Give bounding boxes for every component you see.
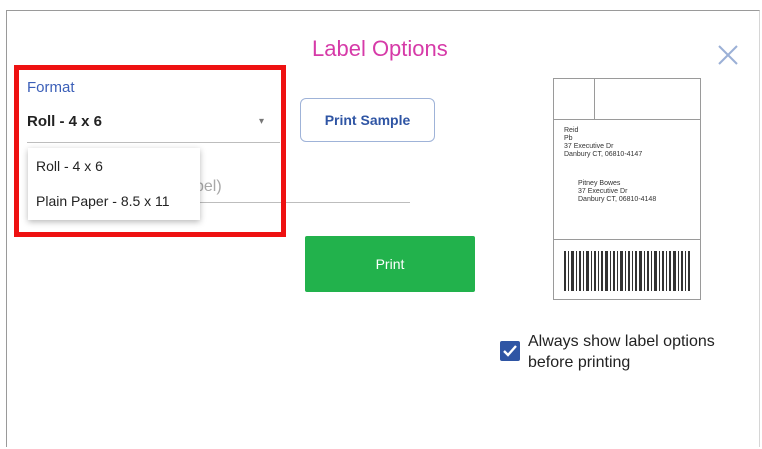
dialog-title: Label Options	[312, 36, 448, 61]
label-preview-header	[554, 79, 700, 120]
label-preview-divider	[594, 79, 595, 119]
label-preview: Reid Pb 37 Executive Dr Danbury CT, 0681…	[553, 78, 701, 300]
always-show-checkbox[interactable]	[500, 341, 520, 361]
highlight-box	[14, 65, 286, 237]
print-button[interactable]: Print	[305, 236, 475, 292]
close-icon[interactable]	[715, 42, 741, 68]
label-preview-separator	[554, 239, 700, 240]
label-preview-from-address: Reid Pb 37 Executive Dr Danbury CT, 0681…	[564, 127, 643, 158]
print-sample-button[interactable]: Print Sample	[300, 98, 435, 142]
label-preview-to-address: Pitney Bowes 37 Executive Dr Danbury CT,…	[578, 180, 657, 203]
checkmark-icon	[503, 345, 517, 357]
barcode-icon	[564, 251, 690, 291]
always-show-label[interactable]: Always show label options before printin…	[528, 331, 758, 373]
